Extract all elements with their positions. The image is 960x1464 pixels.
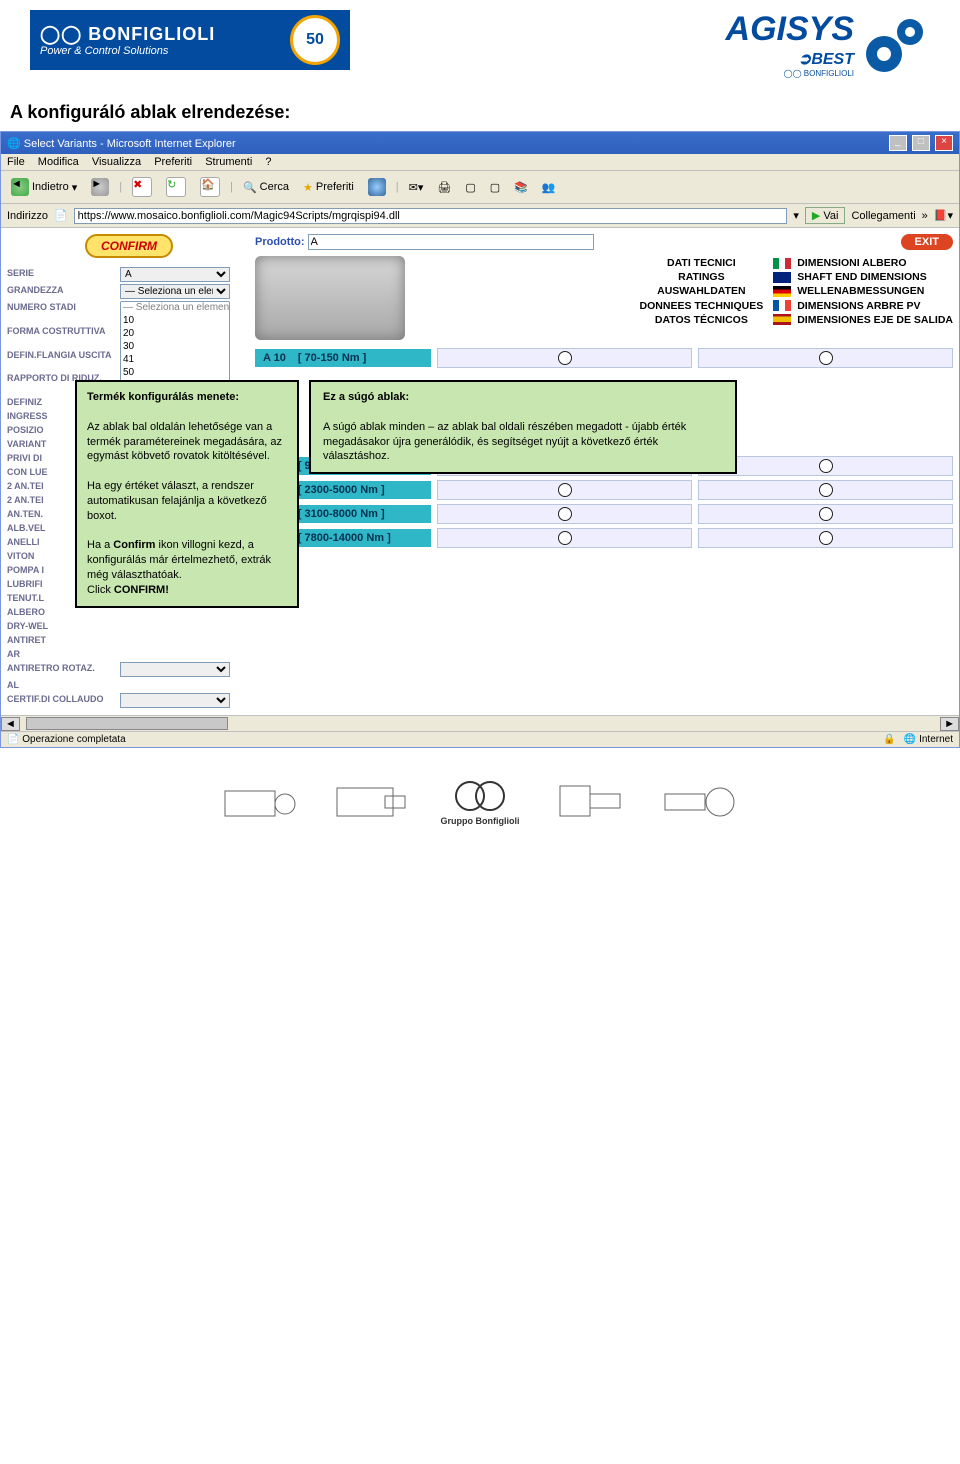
select-grandezza[interactable]: — Seleziona un elem bbox=[120, 284, 230, 299]
address-label: Indirizzo bbox=[7, 210, 48, 222]
prodotto-input[interactable] bbox=[308, 234, 594, 250]
variant-row: A 90[ 7800-14000 Nm ] bbox=[255, 528, 953, 548]
discuss-button[interactable]: ▢ bbox=[486, 179, 504, 196]
flag-fr-icon bbox=[773, 300, 791, 311]
menu-tools[interactable]: Strumenti bbox=[205, 156, 252, 168]
tech-data-block: DATI TECNICIRATINGSAUSWAHLDATENDONNEES T… bbox=[640, 256, 764, 327]
confirm-button[interactable]: CONFIRM bbox=[85, 234, 173, 258]
label-serie: SERIE bbox=[5, 266, 119, 283]
radio-dims[interactable] bbox=[698, 528, 953, 548]
dimensions-block: DIMENSIONI ALBERO SHAFT END DIMENSIONS W… bbox=[773, 256, 953, 327]
lock-icon: 🔒 bbox=[883, 734, 895, 745]
forward-button[interactable]: ► bbox=[87, 176, 113, 198]
window-titlebar: 🌐 Select Variants - Microsoft Internet E… bbox=[1, 132, 959, 154]
select-serie[interactable]: A bbox=[120, 267, 230, 282]
menu-favorites[interactable]: Preferiti bbox=[154, 156, 192, 168]
callout-right: Ez a súgó ablak: A súgó ablak minden – a… bbox=[309, 380, 737, 474]
gearbox-outline-icon bbox=[655, 776, 745, 826]
gearbox-outline-icon bbox=[325, 776, 415, 826]
radio-dims[interactable] bbox=[698, 348, 953, 368]
menu-help[interactable]: ? bbox=[265, 156, 271, 168]
flag-it-icon bbox=[773, 258, 791, 269]
radio-tech[interactable] bbox=[437, 528, 692, 548]
radio-tech[interactable] bbox=[437, 348, 692, 368]
bonfiglioli-logo: ◯◯ BONFIGLIOLI Power & Control Solutions… bbox=[30, 10, 350, 70]
menu-file[interactable]: File bbox=[7, 156, 25, 168]
variant-row: A 10[ 70-150 Nm ] bbox=[255, 348, 953, 368]
gearbox-outline-icon bbox=[545, 776, 635, 826]
prodotto-label: Prodotto: bbox=[255, 236, 304, 248]
research-button[interactable]: 📚 bbox=[510, 179, 532, 196]
anniversary-badge: 50 bbox=[290, 15, 340, 65]
section-title: A konfiguráló ablak elrendezése: bbox=[0, 84, 960, 131]
radio-tech[interactable] bbox=[437, 480, 692, 500]
ie-icon: 🌐 bbox=[7, 138, 21, 150]
radio-tech[interactable] bbox=[437, 504, 692, 524]
exit-button[interactable]: EXIT bbox=[901, 234, 953, 250]
product-image bbox=[255, 256, 405, 340]
gearbox-outline-icon bbox=[215, 776, 305, 826]
toolbar: ◄Indietro ▾ ► | ✖ ↻ 🏠 | 🔍Cerca ★Preferit… bbox=[1, 171, 959, 204]
acrobat-icon[interactable]: 📕▾ bbox=[934, 209, 953, 222]
select-certif[interactable] bbox=[120, 693, 230, 708]
search-button[interactable]: 🔍Cerca bbox=[239, 179, 293, 196]
media-button[interactable] bbox=[364, 176, 390, 198]
flag-de-icon bbox=[773, 286, 791, 297]
flag-uk-icon bbox=[773, 272, 791, 283]
variant-row: A 80[ 3100-8000 Nm ] bbox=[255, 504, 953, 524]
links-expand[interactable]: » bbox=[922, 210, 928, 222]
flag-es-icon bbox=[773, 314, 791, 325]
page-icon: 📄 bbox=[54, 209, 68, 222]
status-bar: 📄 Operazione completata 🔒 🌐 Internet bbox=[1, 731, 959, 747]
minimize-button[interactable]: _ bbox=[889, 135, 907, 151]
refresh-button[interactable]: ↻ bbox=[162, 175, 190, 199]
home-button[interactable]: 🏠 bbox=[196, 175, 224, 199]
gears-icon bbox=[860, 10, 930, 80]
browser-window: 🌐 Select Variants - Microsoft Internet E… bbox=[0, 131, 960, 748]
address-dropdown[interactable]: ▾ bbox=[793, 209, 799, 222]
print-button[interactable]: 🖨 bbox=[433, 179, 455, 196]
footer: Gruppo Bonfiglioli bbox=[0, 748, 960, 836]
radio-dims[interactable] bbox=[698, 480, 953, 500]
maximize-button[interactable]: □ bbox=[912, 135, 930, 151]
label-defin: DEFIN.FLANGIA USCITA bbox=[5, 348, 119, 372]
address-bar: Indirizzo 📄 ▾ ▶ Vai Collegamenti » 📕▾ bbox=[1, 204, 959, 228]
zone-icon: 🌐 bbox=[904, 734, 916, 745]
callout-left: Termék konfigurálás menete: Az ablak bal… bbox=[75, 380, 299, 608]
select-antiretro[interactable] bbox=[120, 662, 230, 677]
star-icon: ★ bbox=[303, 181, 313, 194]
label-grandezza: GRANDEZZA bbox=[5, 283, 119, 300]
messenger-button[interactable]: 👥 bbox=[538, 179, 560, 196]
menu-edit[interactable]: Modifica bbox=[38, 156, 79, 168]
label-numero-stadi: NUMERO STADI bbox=[5, 300, 119, 324]
agisys-logo: AGISYS ➲BEST ◯◯ BONFIGLIOLI bbox=[726, 10, 854, 78]
go-button[interactable]: ▶ Vai bbox=[805, 207, 846, 224]
radio-dims[interactable] bbox=[698, 504, 953, 524]
edit-button[interactable]: ▢ bbox=[461, 179, 479, 196]
gruppo-bonfiglioli-logo: Gruppo Bonfiglioli bbox=[435, 776, 525, 826]
menu-view[interactable]: Visualizza bbox=[92, 156, 141, 168]
variant-row: A 70[ 2300-5000 Nm ] bbox=[255, 480, 953, 500]
links-label[interactable]: Collegamenti bbox=[851, 210, 915, 222]
stop-button[interactable]: ✖ bbox=[128, 175, 156, 199]
horizontal-scrollbar[interactable]: ◄ ► bbox=[1, 715, 959, 731]
mail-button[interactable]: ✉▾ bbox=[405, 179, 428, 196]
page-header: ◯◯ BONFIGLIOLI Power & Control Solutions… bbox=[0, 0, 960, 84]
favorites-button[interactable]: ★Preferiti bbox=[299, 179, 358, 196]
close-button[interactable]: × bbox=[935, 135, 953, 151]
back-button[interactable]: ◄Indietro ▾ bbox=[7, 176, 81, 198]
address-input[interactable] bbox=[74, 208, 788, 224]
done-icon: 📄 bbox=[7, 734, 19, 745]
label-forma: FORMA COSTRUTTIVA bbox=[5, 324, 119, 348]
search-icon: 🔍 bbox=[243, 181, 257, 194]
menu-bar: File Modifica Visualizza Preferiti Strum… bbox=[1, 154, 959, 171]
